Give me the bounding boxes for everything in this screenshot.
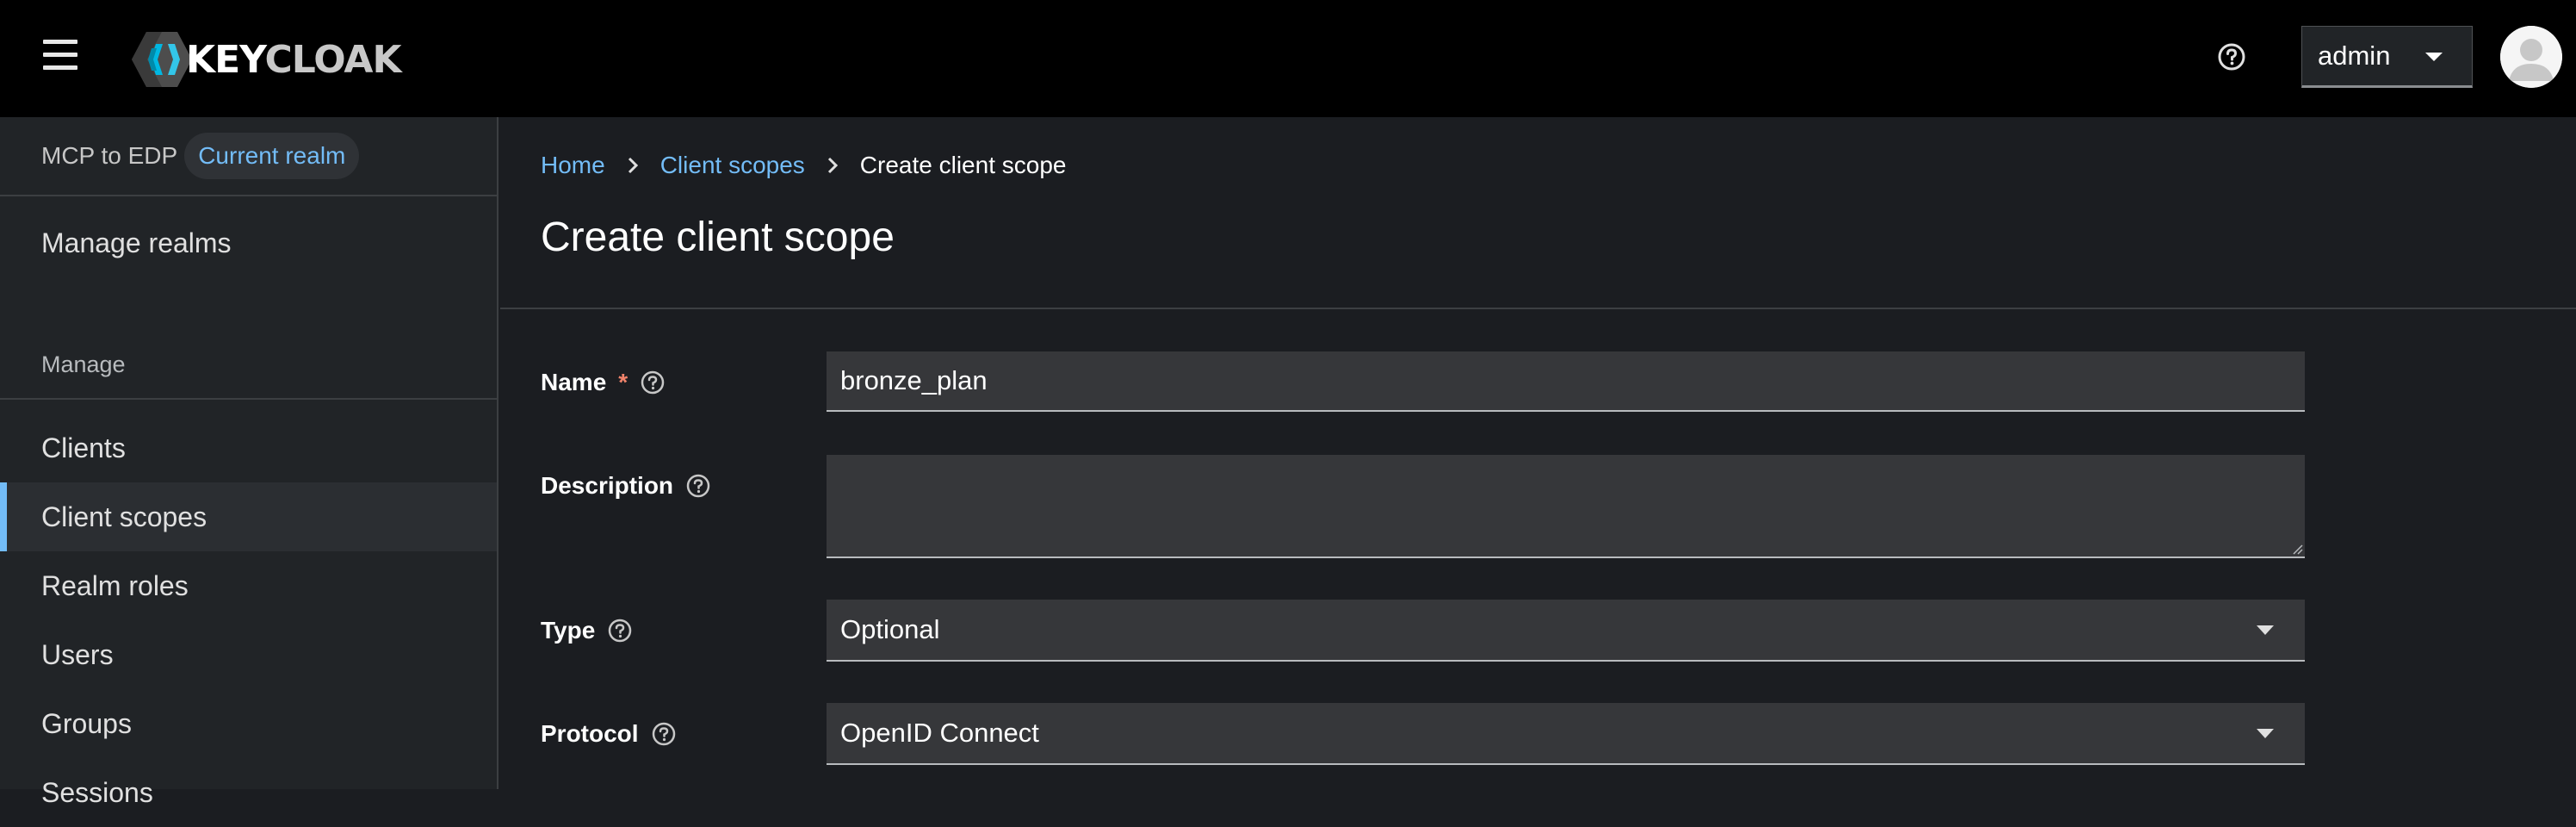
masthead: KEYCLOAK admin [0,0,2576,117]
divider [0,398,497,400]
description-label: Description [541,470,711,501]
sidebar-item-clients[interactable]: Clients [0,414,497,482]
resize-handle-icon[interactable] [2289,541,2303,555]
help-icon[interactable] [640,370,666,395]
sidebar: MCP to EDP Current realm Manage realms M… [0,117,498,808]
name-label-text: Name [541,369,607,395]
description-textarea[interactable] [827,455,2305,558]
name-input[interactable]: bronze_plan [827,351,2305,412]
main-content: Home Client scopes Create client scope C… [500,117,2576,789]
page-title: Create client scope [541,215,895,260]
current-realm-badge: Current realm [184,133,360,179]
sidebar-section-manage: Manage [41,351,126,377]
user-dropdown-label: admin [2318,40,2391,71]
type-label: Type [541,615,633,646]
sidebar-item-client-scopes[interactable]: Client scopes [0,482,497,551]
name-label: Name * [541,367,666,398]
sidebar-item-realm-roles[interactable]: Realm roles [0,551,497,620]
chevron-right-icon [827,157,838,174]
breadcrumb: Home Client scopes Create client scope [541,152,1066,179]
hamburger-icon[interactable] [41,36,79,74]
chevron-right-icon [628,157,638,174]
required-marker: * [618,369,629,395]
caret-down-icon [2257,625,2274,635]
keycloak-hex-icon [132,32,192,87]
help-icon[interactable] [2216,41,2247,72]
sidebar-item-users[interactable]: Users [0,620,497,689]
type-select-value: Optional [840,614,940,644]
caret-down-icon [2425,53,2443,61]
breadcrumb-current: Create client scope [859,152,1067,178]
type-select[interactable]: Optional [827,600,2305,662]
realm-name: MCP to EDP [41,142,178,169]
caret-down-icon [2257,729,2274,738]
realm-selector[interactable]: MCP to EDP Current realm [0,117,497,196]
sidebar-item-groups[interactable]: Groups [0,689,497,758]
description-label-text: Description [541,472,674,499]
help-icon[interactable] [685,473,711,499]
type-label-text: Type [541,617,596,644]
protocol-select-value: OpenID Connect [840,718,1039,748]
user-dropdown[interactable]: admin [2301,26,2473,88]
name-input-value: bronze_plan [840,365,988,395]
protocol-label: Protocol [541,718,677,749]
avatar[interactable] [2500,26,2562,88]
sidebar-item-sessions[interactable]: Sessions [0,758,497,827]
help-icon[interactable] [651,721,677,747]
breadcrumb-client-scopes[interactable]: Client scopes [660,152,805,179]
breadcrumb-home[interactable]: Home [541,152,605,179]
protocol-select[interactable]: OpenID Connect [827,703,2305,765]
avatar-icon [2500,26,2562,88]
manage-realms-link[interactable]: Manage realms [41,227,232,259]
help-icon[interactable] [607,618,633,644]
protocol-label-text: Protocol [541,720,639,747]
divider [500,308,2576,309]
logo-text: KEYCLOAK [186,37,402,82]
keycloak-logo[interactable]: KEYCLOAK [131,29,402,90]
